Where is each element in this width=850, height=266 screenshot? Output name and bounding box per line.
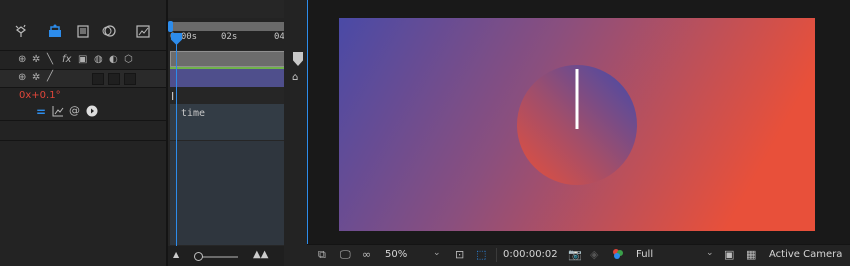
row-divider — [0, 120, 166, 121]
switch-box[interactable] — [108, 73, 120, 85]
layer-row[interactable]: ⊕ ✲ ╱ — [0, 70, 166, 88]
layer-duration-bar[interactable] — [170, 51, 288, 67]
comp-flowchart-icon[interactable] — [46, 22, 64, 40]
shy-toggle-icon[interactable]: ⊕ — [18, 72, 26, 83]
quality-switch-icon: ╲ — [47, 54, 54, 65]
expression-pickwhip-icon[interactable]: @ — [69, 104, 80, 117]
active-camera-select[interactable]: Active Camera — [769, 249, 842, 260]
3d-layer-switch-icon: ⬡ — [124, 54, 133, 65]
rotation-value[interactable]: 0x+0.1° — [19, 90, 61, 101]
zoom-slider-track[interactable] — [200, 256, 238, 258]
layer-outline-empty — [0, 120, 166, 246]
frame-blend-switch-icon: ▣ — [78, 54, 88, 65]
layer-bar-selected[interactable] — [170, 69, 288, 87]
expression-graph-icon[interactable] — [52, 105, 64, 120]
current-time-indicator-line[interactable] — [176, 44, 177, 246]
work-area-bar[interactable] — [170, 22, 288, 31]
clock-hand — [575, 69, 579, 129]
transparency-grid-icon[interactable]: ▦ — [746, 248, 756, 261]
vr-glasses-icon[interactable]: ∞ — [362, 248, 371, 261]
bin-icon[interactable]: ⌂ — [292, 72, 298, 83]
chevron-down-icon[interactable]: ⌄ — [433, 248, 441, 258]
collapse-switch-icon: ✲ — [32, 54, 41, 65]
show-snapshot-icon[interactable]: ◈ — [590, 248, 598, 261]
adjustment-switch-icon: ◐ — [109, 54, 118, 65]
monitor-icon[interactable]: 🖵 — [340, 248, 351, 262]
quality-toggle-icon[interactable]: ╱ — [47, 71, 53, 82]
expression-enable-icon[interactable]: = — [36, 105, 46, 119]
zoom-slider-knob[interactable] — [194, 252, 203, 261]
zoom-in-icon[interactable]: ▲▲ — [253, 249, 268, 260]
shy-switch-icon: ⊕ — [18, 54, 27, 65]
switch-box[interactable] — [124, 73, 136, 85]
fit-icon[interactable]: ⊡ — [455, 248, 464, 261]
timeline-toolbar — [0, 0, 166, 50]
row-divider — [0, 140, 166, 141]
ruler-label-2: 02s — [221, 32, 238, 42]
title-action-safe-icon[interactable]: ⬚ — [476, 248, 486, 261]
motion-blur-icon[interactable] — [100, 22, 118, 40]
rgb-channel-icon[interactable] — [612, 248, 624, 263]
resolution-select[interactable]: Full — [636, 249, 653, 260]
motion-blur-switch-icon: ◍ — [94, 54, 103, 65]
effects-switch-icon: fx — [62, 54, 72, 65]
frame-blending-icon[interactable] — [74, 22, 92, 40]
switches-header-row: ⊕ ✲ ╲ fx ▣ ◍ ◐ ⬡ — [0, 50, 166, 70]
current-timecode[interactable]: 0:00:00:02 — [503, 249, 558, 260]
expression-text[interactable]: time — [181, 108, 205, 119]
work-area-start-handle[interactable] — [168, 21, 173, 32]
switch-box[interactable] — [92, 73, 104, 85]
timeline-graph-lower — [170, 141, 284, 245]
expression-language-menu-icon[interactable] — [86, 105, 98, 120]
text-cursor-icon: I — [171, 90, 175, 103]
shy-layers-icon[interactable] — [12, 22, 30, 40]
composition-canvas[interactable] — [339, 18, 815, 231]
timeline-scrollbar[interactable] — [284, 0, 293, 266]
snapshot-camera-icon[interactable]: 📷 — [568, 248, 582, 261]
region-of-interest-icon[interactable]: ▣ — [724, 248, 734, 261]
collapse-toggle-icon[interactable]: ✲ — [32, 72, 40, 83]
chevron-down-icon[interactable]: ⌄ — [706, 248, 714, 258]
rotation-property-row: 0x+0.1° — [0, 88, 166, 104]
graph-editor-icon[interactable] — [134, 22, 152, 40]
toolbar-separator — [496, 248, 497, 262]
zoom-out-icon[interactable]: ▲ — [173, 250, 179, 259]
expression-controls-row: = @ — [0, 104, 166, 120]
always-preview-icon[interactable]: ⧉ — [318, 248, 326, 262]
zoom-level-select[interactable]: 50% — [385, 249, 407, 260]
